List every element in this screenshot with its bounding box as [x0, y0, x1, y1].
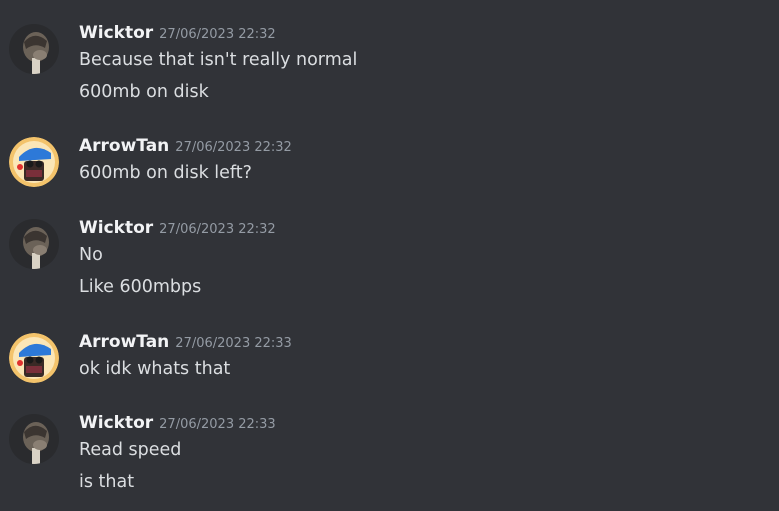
username[interactable]: ArrowTan	[79, 332, 169, 352]
username[interactable]: ArrowTan	[79, 136, 169, 156]
timestamp[interactable]: 27/06/2023 22:32	[159, 222, 276, 237]
wicktor-avatar-icon	[9, 24, 59, 74]
message-text: ok idk whats that	[79, 359, 231, 379]
username[interactable]: Wicktor	[79, 413, 153, 433]
message-header: ArrowTan 27/06/2023 22:32	[79, 134, 292, 158]
message-header: Wicktor 27/06/2023 22:32	[79, 216, 276, 240]
wicktor-avatar-icon	[9, 219, 59, 269]
timestamp[interactable]: 27/06/2023 22:32	[159, 27, 276, 42]
message-header: Wicktor 27/06/2023 22:32	[79, 21, 276, 45]
timestamp[interactable]: 27/06/2023 22:33	[159, 417, 276, 432]
message-group: Wicktor 27/06/2023 22:33 Read speed is th…	[0, 411, 779, 501]
username[interactable]: Wicktor	[79, 23, 153, 43]
message-header: Wicktor 27/06/2023 22:33	[79, 411, 276, 435]
message-text: No	[79, 245, 103, 265]
message-group: ArrowTan 27/06/2023 22:33 ok idk whats th…	[0, 330, 779, 386]
username[interactable]: Wicktor	[79, 218, 153, 238]
message-text: Because that isn't really normal	[79, 50, 358, 70]
timestamp[interactable]: 27/06/2023 22:32	[175, 140, 292, 155]
message-group: ArrowTan 27/06/2023 22:32 600mb on disk l…	[0, 134, 779, 190]
message-text: Read speed	[79, 440, 182, 460]
message-text: Like 600mbps	[79, 277, 202, 297]
message-text: 600mb on disk left?	[79, 163, 252, 183]
timestamp[interactable]: 27/06/2023 22:33	[175, 336, 292, 351]
message-list: Wicktor 27/06/2023 22:32 Because that isn…	[0, 0, 779, 511]
avatar[interactable]	[9, 333, 59, 383]
wicktor-avatar-icon	[9, 414, 59, 464]
avatar[interactable]	[9, 137, 59, 187]
message-group: Wicktor 27/06/2023 22:32 Because that isn…	[0, 21, 779, 111]
avatar[interactable]	[9, 414, 59, 464]
message-header: ArrowTan 27/06/2023 22:33	[79, 330, 292, 354]
avatar[interactable]	[9, 219, 59, 269]
arrowtan-avatar-icon	[9, 333, 59, 383]
avatar[interactable]	[9, 24, 59, 74]
arrowtan-avatar-icon	[9, 137, 59, 187]
message-group: Wicktor 27/06/2023 22:32 No Like 600mbps	[0, 216, 779, 306]
message-text: 600mb on disk	[79, 82, 209, 102]
message-text: is that	[79, 472, 135, 492]
